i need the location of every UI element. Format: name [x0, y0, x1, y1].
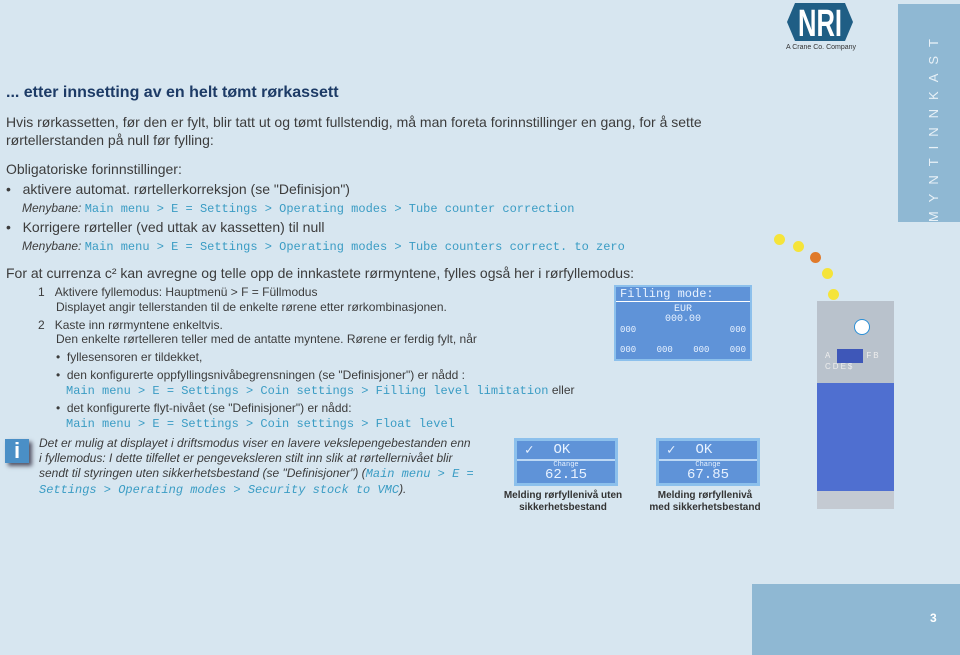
coin-icon: [810, 252, 821, 263]
info-icon: i: [5, 439, 29, 463]
check-icon: ✓: [667, 442, 676, 459]
display-without-stock: ✓ OK Change 62.15: [514, 438, 618, 486]
step-2: 2 Kaste inn rørmyntene enkeltvis.: [38, 318, 223, 332]
menu-path-1: Menybane: Main menu > E = Settings > Ope…: [22, 201, 575, 216]
condition-3: • det konfigurerte flyt-nivået (se "Defi…: [56, 401, 352, 415]
side-tab: MYNTINNKAST: [925, 29, 941, 222]
coin-icon: [822, 268, 833, 279]
condition-3-path: Main menu > E = Settings > Coin settings…: [66, 417, 455, 431]
coin-icon: [793, 241, 804, 252]
condition-2: • den konfigurerte oppfyllingsnivåbegren…: [56, 368, 465, 382]
obligatory-heading: Obligatoriske forinnstillinger:: [6, 161, 182, 177]
step-1-sub: Displayet angir tellerstanden til de enk…: [56, 300, 447, 314]
condition-2-path: Main menu > E = Settings > Coin settings…: [66, 383, 575, 398]
info-text: Det er mulig at displayet i driftsmodus …: [39, 436, 474, 497]
coin-changer-machine: AF B C D E $: [817, 301, 894, 509]
page-number: 3: [930, 611, 937, 625]
bullet-1: • aktivere automat. rørtellerkorreksjon …: [6, 181, 350, 197]
coin-icon: [828, 289, 839, 300]
filling-mode-display: Filling mode: EUR 000.00 000 000 000 000 000…: [614, 285, 752, 361]
page-number-box: [752, 584, 960, 655]
intro-line-1: Hvis rørkassetten, før den er fylt, blir…: [6, 114, 702, 130]
logo-tagline: A Crane Co. Company: [786, 44, 857, 51]
caption-with-stock: Melding rørfyllenivå med sikkerhetsbestan…: [649, 490, 761, 513]
condition-1: • fyllesensoren er tildekket,: [56, 350, 203, 364]
step-2-sub: Den enkelte rørtelleren teller med de an…: [56, 332, 477, 346]
intro-line-2: rørtellerstanden på null før fylling:: [6, 132, 214, 148]
step-1: 1 Aktivere fyllemodus: Hauptmenü > F = F…: [38, 285, 318, 299]
menu-path-2: Menybane: Main menu > E = Settings > Ope…: [22, 239, 625, 254]
coin-icon: [774, 234, 785, 245]
bullet-2: • Korrigere rørteller (ved uttak av kass…: [6, 219, 325, 235]
check-icon: ✓: [525, 442, 534, 459]
display-with-stock: ✓ OK Change 67.85: [656, 438, 760, 486]
filling-paragraph: For at currenza c² kan avregne og telle …: [6, 265, 634, 281]
page-title: ... etter innsetting av en helt tømt rør…: [6, 84, 339, 101]
svg-text:NRI: NRI: [798, 3, 842, 41]
caption-without-stock: Melding rørfyllenivå uten sikkerhetsbesta…: [503, 490, 623, 513]
nri-logo: NRI: [787, 3, 853, 45]
